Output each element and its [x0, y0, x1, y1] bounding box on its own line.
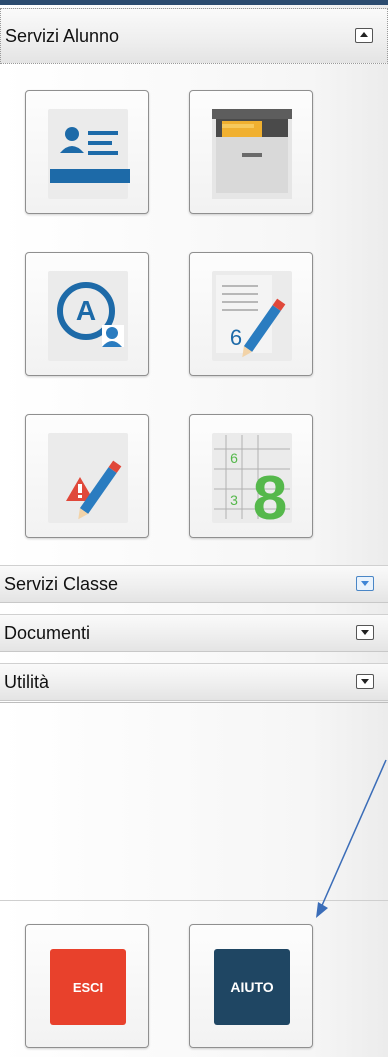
archive-drawer-icon	[212, 109, 292, 199]
expand-icon[interactable]	[356, 576, 374, 591]
grades-pencil-icon: 6	[216, 275, 286, 358]
collapse-icon[interactable]	[355, 28, 373, 43]
tile-archivio[interactable]	[189, 90, 313, 214]
small-grade-bottom: 3	[230, 492, 238, 508]
expand-icon[interactable]	[356, 625, 374, 640]
section-title: Servizi Alunno	[5, 25, 120, 46]
svg-text:A: A	[76, 295, 96, 326]
section-header-utilita[interactable]: Utilità	[0, 663, 388, 701]
help-button[interactable]: AIUTO	[189, 924, 313, 1048]
help-button-label: AIUTO	[230, 979, 273, 995]
tile-voti[interactable]: 6	[189, 252, 313, 376]
divider	[0, 702, 388, 703]
exit-button-graphic: ESCI	[50, 949, 126, 1025]
sidebar-panel: Servizi Alunno A 6 6 3 8 Servizi Classe …	[0, 0, 388, 1057]
svg-text:6: 6	[230, 325, 242, 350]
exit-button[interactable]: ESCI	[25, 924, 149, 1048]
top-border	[0, 0, 388, 5]
tile-assenze[interactable]: A	[25, 252, 149, 376]
section-header-servizi-classe[interactable]: Servizi Classe	[0, 565, 388, 603]
big-grade: 8	[253, 464, 287, 533]
section-header-documenti[interactable]: Documenti	[0, 614, 388, 652]
tile-anagrafica[interactable]	[25, 90, 149, 214]
exit-button-label: ESCI	[73, 980, 103, 995]
tile-scrutini[interactable]: 6 3 8	[189, 414, 313, 538]
section-title: Documenti	[4, 622, 91, 643]
divider	[0, 900, 388, 901]
grade-grid-icon: 6 3 8	[214, 435, 290, 533]
expand-icon[interactable]	[356, 674, 374, 689]
section-title: Servizi Classe	[4, 573, 119, 594]
notes-warning-icon	[66, 460, 122, 520]
help-button-graphic: AIUTO	[214, 949, 290, 1025]
section-title: Utilità	[4, 671, 50, 692]
tile-note[interactable]	[25, 414, 149, 538]
section-header-servizi-alunno[interactable]: Servizi Alunno	[0, 8, 388, 64]
small-grade-top: 6	[230, 450, 238, 466]
attendance-icon: A	[57, 282, 124, 347]
student-card-icon	[50, 127, 130, 183]
